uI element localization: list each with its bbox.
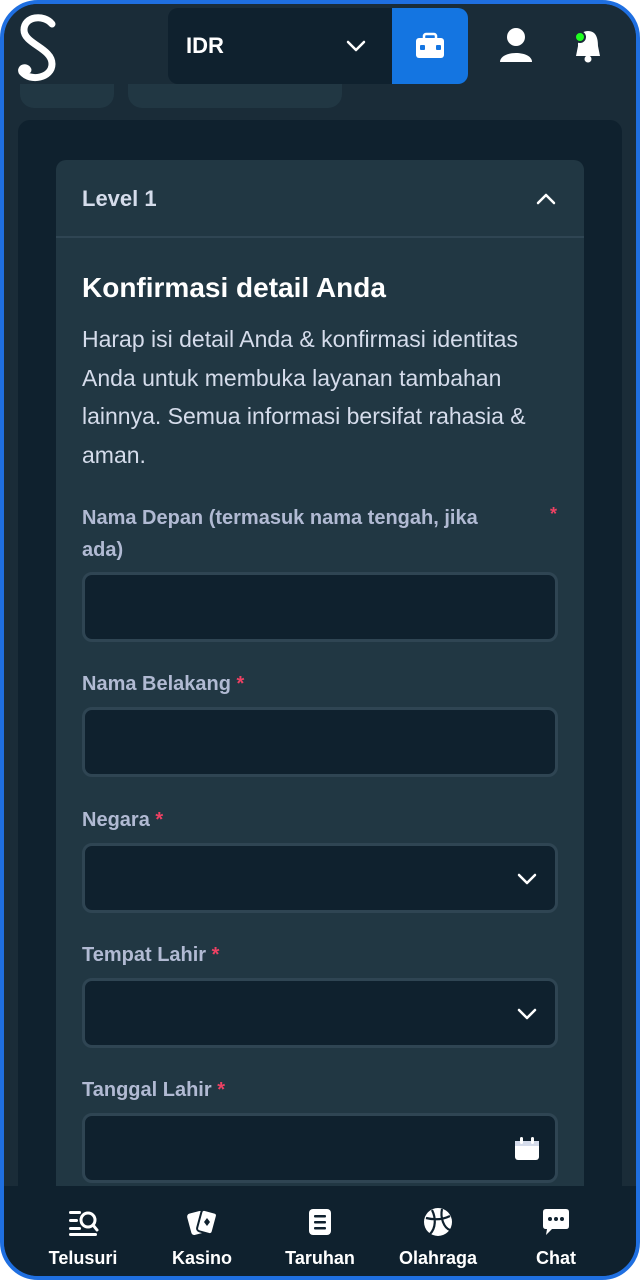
- last-name-input[interactable]: [82, 707, 558, 777]
- nav-item-telusuri[interactable]: Telusuri: [28, 1186, 138, 1276]
- ball-icon: [424, 1208, 452, 1236]
- nav-label: Olahraga: [398, 1248, 478, 1268]
- calendar-icon[interactable]: [513, 1136, 541, 1162]
- bottom-navigation: Telusuri Kasino Taruhan Olahraga Chat: [4, 1186, 636, 1276]
- brand-logo[interactable]: [14, 12, 62, 84]
- chat-icon: [543, 1209, 569, 1235]
- tab-peek: [128, 84, 342, 108]
- nav-item-chat[interactable]: Chat: [501, 1186, 611, 1276]
- nav-label: Kasino: [171, 1248, 232, 1268]
- currency-label[interactable]: IDR: [186, 8, 224, 84]
- section-title: Konfirmasi detail Anda: [82, 272, 386, 303]
- required-mark: *: [217, 1079, 225, 1101]
- first-name-label: Nama Depan (termasuk nama tengah, jika a…: [82, 507, 478, 561]
- tab-peek: [20, 84, 114, 108]
- chevron-down-icon: [517, 1008, 537, 1020]
- betslip-icon: [309, 1209, 331, 1235]
- chevron-down-icon[interactable]: [344, 36, 368, 56]
- nav-item-olahraga[interactable]: Olahraga: [383, 1186, 493, 1276]
- country-select[interactable]: [82, 843, 558, 913]
- birth-place-label: Tempat Lahir *: [82, 944, 220, 966]
- country-label: Negara *: [82, 809, 164, 831]
- notification-bell-icon[interactable]: [570, 26, 606, 66]
- chevron-down-icon: [517, 873, 537, 885]
- nav-label: Telusuri: [48, 1248, 118, 1268]
- cards-icon: [187, 1208, 218, 1236]
- level-title: Level 1: [82, 186, 157, 211]
- first-name-input[interactable]: [82, 572, 558, 642]
- birth-date-input[interactable]: [82, 1113, 558, 1183]
- required-mark: *: [211, 944, 220, 966]
- nav-label: Taruhan: [285, 1248, 355, 1268]
- chevron-up-icon[interactable]: [534, 188, 558, 210]
- section-description: Harap isi detail Anda & konfirmasi ident…: [82, 326, 526, 468]
- required-mark: *: [236, 673, 245, 695]
- user-icon[interactable]: [498, 26, 534, 66]
- top-bar: IDR: [4, 4, 636, 96]
- wallet-icon: [416, 32, 444, 58]
- required-mark: *: [550, 504, 558, 524]
- card-header[interactable]: Level 1: [56, 160, 584, 238]
- verification-card: Level 1 Konfirmasi detail Anda Harap isi…: [56, 160, 584, 1240]
- nav-label: Chat: [536, 1248, 576, 1268]
- last-name-label: Nama Belakang *: [82, 673, 245, 695]
- search-list-icon: [69, 1211, 99, 1236]
- nav-item-taruhan[interactable]: Taruhan: [265, 1186, 375, 1276]
- wallet-selector: IDR: [168, 8, 468, 84]
- wallet-button[interactable]: [392, 8, 468, 84]
- required-mark: *: [155, 809, 164, 831]
- birth-date-label: Tanggal Lahir *: [82, 1079, 225, 1101]
- nav-item-kasino[interactable]: Kasino: [147, 1186, 257, 1276]
- birth-place-select[interactable]: [82, 978, 558, 1048]
- app-frame: IDR Level 1 Konfirmasi detail Anda Harap…: [0, 0, 640, 1280]
